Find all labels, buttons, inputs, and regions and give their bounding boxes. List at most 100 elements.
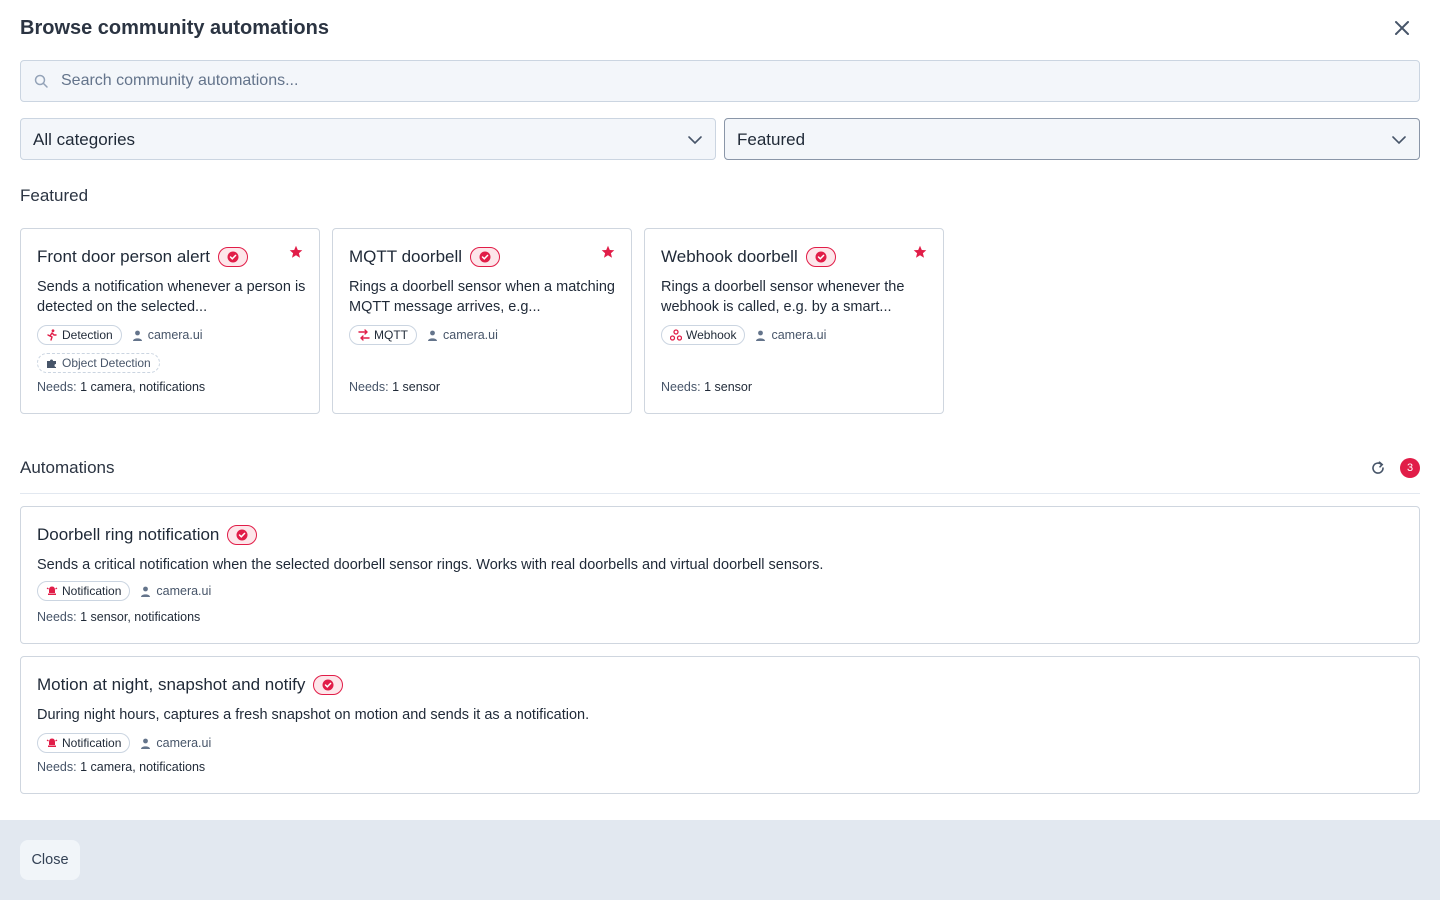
automation-card[interactable]: Doorbell ring notification Sends a criti… (20, 506, 1420, 644)
verified-icon (479, 251, 491, 263)
sort-select[interactable]: Featured (724, 118, 1420, 160)
needs-value: 1 sensor (704, 380, 753, 394)
card-description: Sends a notification whenever a person i… (37, 279, 306, 315)
card-title: Webhook doorbell (661, 247, 798, 266)
card-needs: Needs: 1 sensor (349, 380, 440, 394)
star-icon[interactable] (601, 245, 615, 259)
card-description: Sends a critical notification when the s… (37, 557, 824, 573)
tag-label: Detection (62, 328, 113, 342)
star-icon[interactable] (289, 245, 303, 259)
puzzle-icon (47, 359, 56, 368)
author: camera.ui (140, 584, 211, 598)
featured-card[interactable]: Webhook doorbell Rings a doorbell sensor… (644, 228, 944, 414)
card-tags: Detection camera.ui (37, 325, 203, 345)
tag-chip: Notification (37, 733, 131, 753)
automations-header: Automations 3 (20, 456, 1420, 494)
card-tags: MQTT camera.ui (349, 325, 498, 345)
card-title: Doorbell ring notification (37, 525, 220, 544)
needs-label: Needs: (37, 610, 77, 624)
mqtt-icon (358, 329, 370, 341)
card-title-row: MQTT doorbell (349, 247, 501, 267)
bell-alert-icon (46, 738, 58, 747)
card-title: MQTT doorbell (349, 247, 463, 266)
verified-icon (227, 251, 239, 263)
card-title-row: Doorbell ring notification (37, 525, 258, 545)
tag-chip: MQTT (349, 325, 417, 345)
needs-value: 1 camera, notifications (80, 760, 206, 774)
tag-label: Webhook (686, 328, 737, 342)
star-icon[interactable] (913, 245, 927, 259)
person-running-icon (47, 329, 57, 341)
author-name: camera.ui (147, 328, 203, 342)
needs-value: 1 camera, notifications (80, 380, 206, 394)
count-badge: 3 (1400, 458, 1420, 478)
dialog-header: Browse community automations (20, 14, 1420, 44)
search-icon (34, 74, 48, 88)
category-select-value: All categories (33, 130, 136, 149)
verified-badge (470, 247, 501, 267)
verified-icon (322, 679, 334, 691)
card-description: Rings a doorbell sensor whenever the web… (661, 279, 905, 315)
tag-chip: Object Detection (37, 353, 160, 373)
needs-label: Needs: (349, 380, 389, 394)
card-title-row: Front door person alert (37, 247, 248, 267)
card-needs: Needs: 1 camera, notifications (37, 380, 205, 394)
verified-badge (805, 247, 836, 267)
needs-label: Needs: (661, 380, 701, 394)
needs-label: Needs: (37, 760, 77, 774)
card-needs: Needs: 1 sensor, notifications (37, 610, 200, 624)
verified-badge (217, 247, 248, 267)
user-icon (428, 330, 437, 341)
category-select[interactable]: All categories (20, 118, 716, 160)
needs-value: 1 sensor (392, 380, 441, 394)
tag-label: Notification (62, 736, 122, 750)
search-box (20, 60, 1420, 102)
card-tags-row-2: Object Detection (37, 353, 160, 373)
webhook-icon (670, 329, 682, 341)
card-needs: Needs: 1 sensor (661, 380, 752, 394)
close-button[interactable]: Close (20, 840, 80, 880)
author-name: camera.ui (443, 328, 498, 342)
bell-alert-icon (46, 586, 58, 595)
featured-section-label: Featured (20, 186, 89, 205)
needs-value: 1 sensor, notifications (80, 610, 201, 624)
card-title: Motion at night, snapshot and notify (37, 675, 306, 694)
author-name: camera.ui (771, 328, 827, 342)
automations-section-label: Automations (20, 458, 115, 477)
tag-chip: Notification (37, 581, 131, 601)
tag-label: MQTT (374, 328, 408, 342)
needs-label: Needs: (37, 380, 77, 394)
author-name: camera.ui (156, 736, 212, 750)
user-icon (756, 330, 766, 341)
card-tags: Notification camera.ui (37, 581, 211, 601)
author: camera.ui (140, 736, 211, 750)
card-description: During night hours, captures a fresh sna… (37, 707, 590, 723)
user-icon (132, 330, 142, 341)
featured-card[interactable]: MQTT doorbell Rings a doorbell sensor wh… (332, 228, 632, 414)
tag-label: Object Detection (62, 356, 151, 370)
verified-badge (227, 525, 258, 545)
refresh-icon[interactable] (1370, 460, 1386, 476)
close-icon[interactable] (1392, 18, 1412, 38)
chevron-down-icon (688, 136, 702, 145)
user-icon (141, 738, 151, 749)
card-needs: Needs: 1 camera, notifications (37, 760, 205, 774)
author: camera.ui (427, 328, 498, 342)
verified-icon (815, 251, 827, 263)
author: camera.ui (132, 328, 203, 342)
automation-card[interactable]: Motion at night, snapshot and notify Dur… (20, 656, 1420, 794)
user-icon (141, 586, 151, 597)
card-tags: Webhook camera.ui (661, 325, 826, 345)
tag-chip: Detection (37, 325, 122, 345)
author-name: camera.ui (156, 584, 212, 598)
tag-label: Notification (62, 584, 122, 598)
search-input[interactable] (61, 61, 1401, 101)
dialog-footer: Close (0, 820, 1440, 900)
author: camera.ui (755, 328, 826, 342)
sort-select-value: Featured (737, 130, 806, 149)
verified-icon (236, 529, 248, 541)
chevron-down-icon (1392, 136, 1406, 145)
featured-card[interactable]: Front door person alert Sends a notifica… (20, 228, 320, 414)
card-title-row: Motion at night, snapshot and notify (37, 675, 344, 695)
card-title-row: Webhook doorbell (661, 247, 836, 267)
